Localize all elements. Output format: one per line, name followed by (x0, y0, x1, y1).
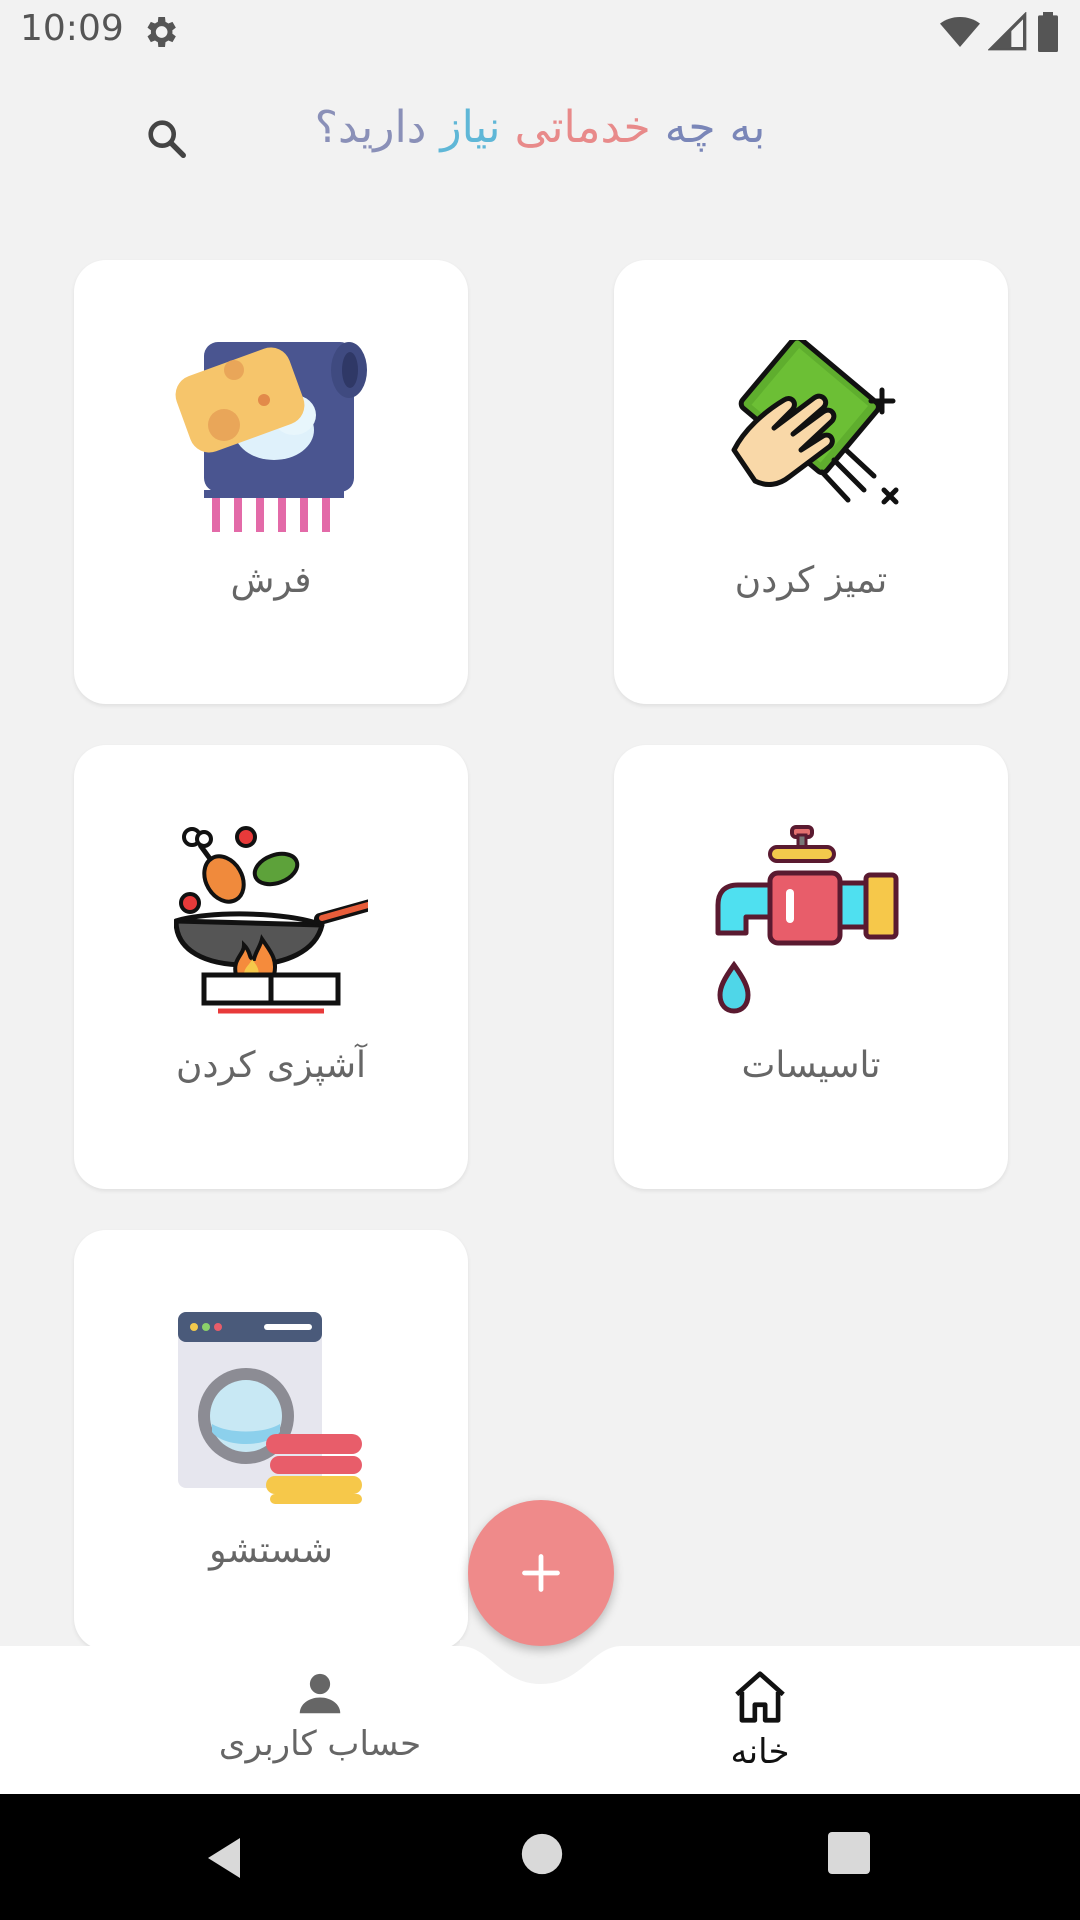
fab-notch (460, 1640, 622, 1684)
service-label: تاسیسات (741, 1045, 881, 1086)
nav-label-home: خانه (730, 1732, 790, 1772)
person-icon (299, 1673, 341, 1714)
page-title: به چه خدماتی نیاز دارید؟ (300, 102, 780, 153)
cooking-pan-icon (174, 826, 368, 1014)
service-card-plumbing[interactable]: تاسیسات (614, 745, 1008, 1189)
nav-item-account[interactable]: حساب کاربری (190, 1666, 450, 1764)
back-icon[interactable] (200, 1834, 248, 1882)
nav-item-home[interactable]: خانه (630, 1666, 890, 1772)
system-navigation-bar (0, 1794, 1080, 1920)
faucet-icon (715, 825, 899, 1014)
nav-label-account: حساب کاربری (218, 1724, 422, 1764)
battery-icon (1038, 12, 1058, 52)
service-label: آشپزی کردن (176, 1045, 366, 1086)
add-button[interactable] (468, 1500, 614, 1646)
title-part-2: خدماتی (514, 102, 651, 153)
search-icon[interactable] (144, 116, 190, 162)
service-label: تمیز کردن (734, 560, 888, 601)
service-label: شستشو (209, 1530, 333, 1571)
home-circle-icon[interactable] (520, 1832, 564, 1876)
service-card-carpet[interactable]: فرش (74, 260, 468, 704)
service-card-cooking[interactable]: آشپزی کردن (74, 745, 468, 1189)
wifi-icon (940, 17, 980, 47)
title-part-3: نیاز (440, 102, 501, 153)
service-label: فرش (230, 560, 312, 601)
title-part-1: به چه (664, 102, 766, 153)
gear-icon (147, 17, 176, 47)
service-card-cleaning[interactable]: تمیز کردن (614, 260, 1008, 704)
cleaning-hand-icon (731, 340, 899, 505)
service-card-laundry[interactable]: شستشو (74, 1230, 468, 1650)
page-header: به چه خدماتی نیاز دارید؟ (0, 92, 1080, 182)
status-bar: 10:09 (0, 0, 1080, 64)
title-part-4: دارید؟ (314, 102, 427, 153)
washing-machine-icon (178, 1312, 362, 1504)
carpet-icon (175, 342, 367, 532)
signal-icon (988, 12, 1027, 51)
home-icon (735, 1671, 785, 1723)
plus-icon (522, 1554, 560, 1592)
recents-icon[interactable] (828, 1832, 870, 1874)
status-time: 10:09 (20, 8, 124, 49)
